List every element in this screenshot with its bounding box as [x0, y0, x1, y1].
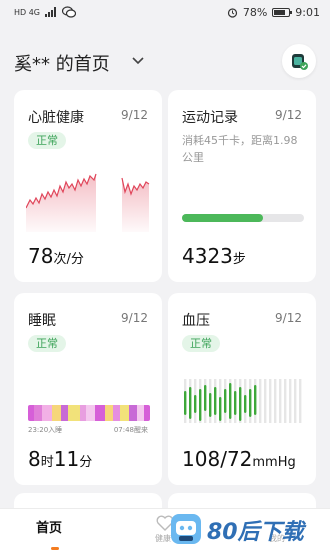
heart-card-date: 9/12	[121, 108, 148, 122]
svg-text:80后下载: 80后下载	[207, 520, 307, 545]
sleep-stage-segment	[105, 405, 113, 421]
heart-rate-area-2	[122, 178, 149, 232]
exercise-card-title: 运动记录	[182, 110, 238, 126]
sleep-duration: 8时11分	[28, 447, 92, 471]
watermark-logo: 80后下载	[171, 514, 307, 545]
wechat-icon	[62, 6, 77, 18]
bp-unit: mmHg	[252, 455, 296, 470]
heart-rate-number: 78	[28, 244, 54, 268]
sleep-stage-segment	[137, 405, 144, 421]
bp-reading-bar	[244, 395, 247, 413]
bp-reading-bar	[189, 387, 192, 419]
bp-systolic: 108	[182, 447, 221, 471]
bp-reading-bar	[214, 387, 217, 415]
sleep-card-title: 睡眠	[28, 313, 56, 329]
steps-unit: 步	[232, 252, 246, 267]
blood-pressure-card[interactable]: 血压 9/12 正常 108/72mmHg	[168, 293, 316, 485]
home-title[interactable]: 奚** 的首页	[14, 50, 110, 76]
watch-icon	[292, 54, 308, 70]
sleep-stage-segment	[113, 405, 120, 421]
sleep-stage-segment	[95, 405, 105, 421]
bp-grid-stripe	[264, 379, 267, 423]
tab-health[interactable]: 健康	[155, 533, 171, 544]
bp-reading-bar	[194, 395, 197, 413]
sleep-status-badge: 正常	[28, 335, 66, 352]
sleep-stage-segment	[144, 405, 150, 421]
sleep-stage-segment	[42, 405, 52, 421]
sleep-minutes: 11	[53, 447, 80, 471]
sleep-stage-segment	[61, 405, 68, 421]
bp-card-date: 9/12	[275, 311, 302, 325]
steps-number: 4323	[182, 244, 233, 268]
home-header: 奚** 的首页	[0, 44, 330, 78]
bp-value: 108/72mmHg	[182, 447, 296, 471]
bp-grid-stripe	[269, 379, 272, 423]
bp-grid-stripe	[284, 379, 287, 423]
sleep-card-date: 9/12	[121, 311, 148, 325]
tab-home[interactable]: 首页	[36, 517, 62, 536]
battery-icon	[272, 7, 293, 17]
bp-grid-stripe	[279, 379, 282, 423]
sleep-stage-segment	[120, 405, 129, 421]
heart-rate-value: 78次/分	[28, 244, 84, 268]
bp-reading-bar	[204, 385, 207, 411]
bp-reading-bar	[234, 391, 237, 415]
bp-card-title: 血压	[182, 313, 210, 329]
heart-rate-chart	[26, 173, 150, 232]
exercise-card-date: 9/12	[275, 108, 302, 122]
bp-status-badge: 正常	[182, 335, 220, 352]
bp-reading-bar	[209, 393, 212, 417]
blood-pressure-chart	[184, 379, 302, 423]
bp-grid-stripe	[294, 379, 297, 423]
bp-reading-bar	[219, 397, 222, 421]
network-label: HD 4G	[14, 7, 41, 17]
sleep-card[interactable]: 睡眠 9/12 正常 23:20入睡 07:48醒来 8时11分	[14, 293, 162, 485]
bp-diastolic: 72	[226, 447, 253, 471]
battery-percent: 78%	[242, 5, 268, 19]
bp-grid-stripe	[289, 379, 292, 423]
chevron-down-icon[interactable]	[132, 54, 144, 68]
bp-reading-bar	[184, 391, 187, 415]
bp-grid-stripe	[274, 379, 277, 423]
steps-value: 4323步	[182, 244, 246, 268]
sleep-stage-bar	[28, 405, 150, 421]
bp-reading-bar	[229, 383, 232, 419]
sleep-stage-segment	[52, 405, 61, 421]
alarm-icon	[227, 7, 237, 18]
battery-fill	[274, 9, 286, 15]
sleep-stage-segment	[86, 405, 95, 421]
bp-grid-stripe	[259, 379, 262, 423]
exercise-description: 消耗45千卡，距离1.98公里	[182, 134, 298, 164]
heart-health-card[interactable]: 心脏健康 9/12 正常 78次/分	[14, 90, 162, 282]
exercise-card[interactable]: 运动记录 9/12 消耗45千卡，距离1.98公里 4323步	[168, 90, 316, 282]
bp-reading-bar	[199, 389, 202, 421]
signal-icon	[45, 7, 57, 17]
steps-progress-fill	[182, 214, 263, 222]
sleep-stage-segment	[68, 405, 80, 421]
sleep-hours-unit: 时	[40, 455, 54, 470]
bp-grid-stripe	[299, 379, 302, 423]
sleep-minutes-unit: 分	[79, 455, 93, 470]
clock: 9:01	[295, 5, 320, 19]
steps-progress-bar	[182, 214, 304, 222]
bp-reading-bar	[239, 387, 242, 421]
bp-reading-bar	[224, 389, 227, 413]
device-button[interactable]	[282, 44, 316, 78]
status-bar-right: 78% 9:01	[227, 6, 320, 19]
heart-status-badge: 正常	[28, 132, 66, 149]
sleep-hours: 8	[28, 447, 41, 471]
sleep-stage-segment	[34, 405, 42, 421]
heart-rate-unit: 次/分	[53, 252, 84, 267]
bp-reading-bar	[254, 385, 257, 415]
status-bar: HD 4G 78% 9:01	[0, 0, 330, 24]
status-bar-left: HD 4G	[14, 6, 77, 18]
heart-rate-area-1	[26, 174, 96, 232]
bp-reading-bar	[249, 389, 252, 417]
sleep-stage-segment	[129, 405, 137, 421]
sleep-end-label: 07:48醒来	[113, 426, 148, 434]
sleep-start-label: 23:20入睡	[28, 426, 63, 434]
heart-card-title: 心脏健康	[28, 110, 84, 126]
